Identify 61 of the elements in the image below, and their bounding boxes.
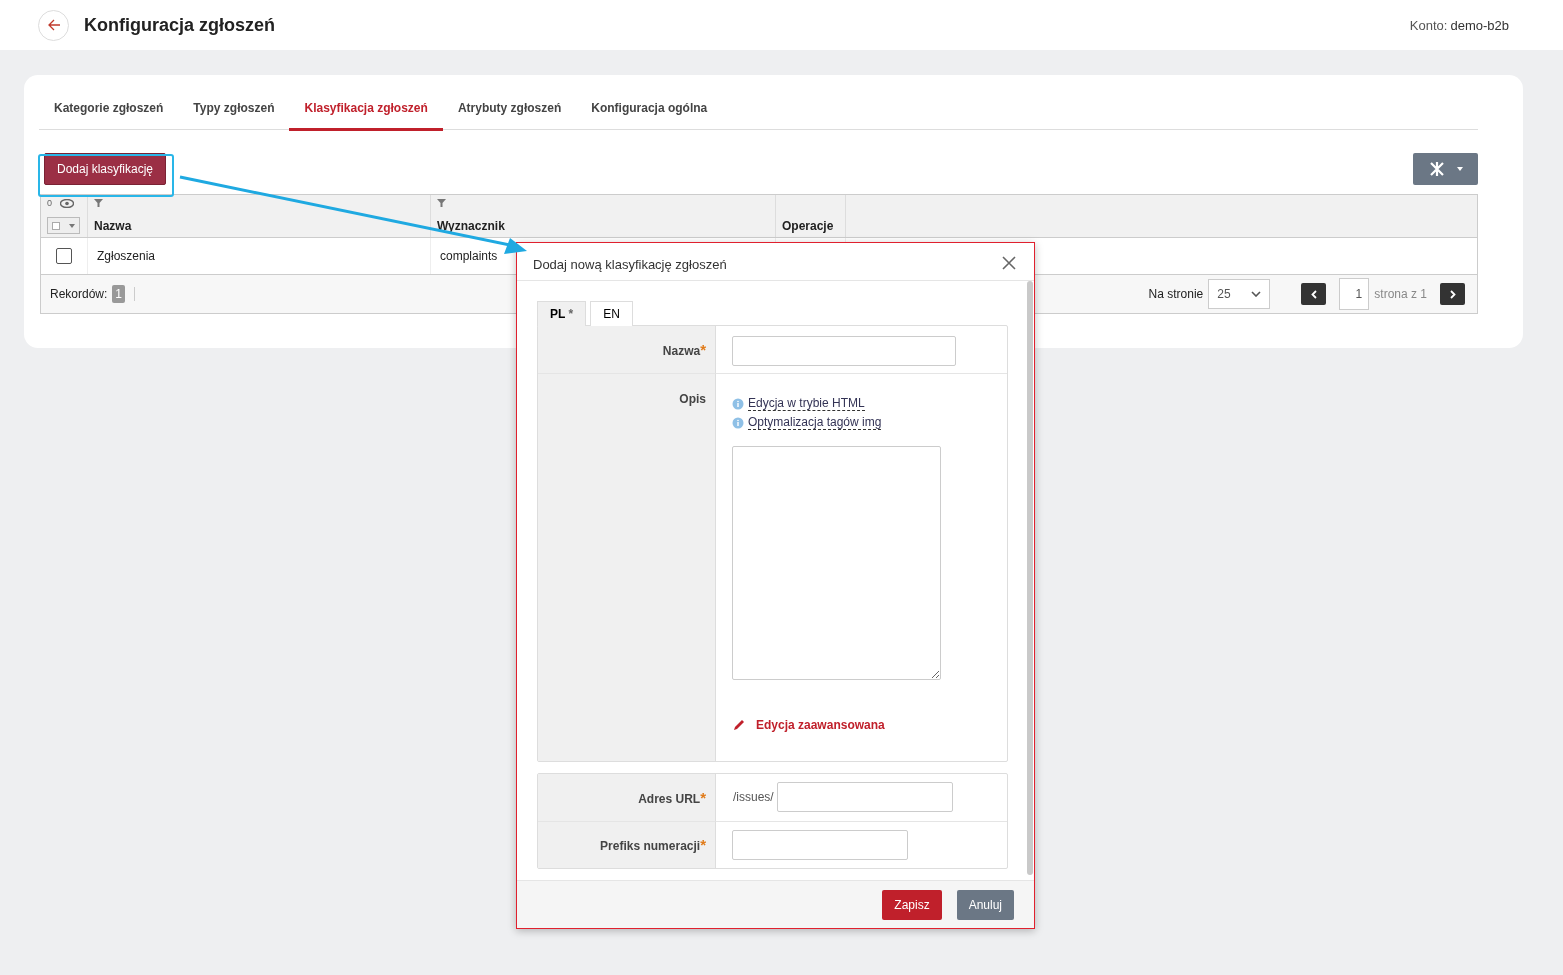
- help-link[interactable]: Edycja w trybie HTML: [748, 396, 865, 411]
- add-classification-button[interactable]: Dodaj klasyfikację: [44, 153, 167, 185]
- pencil-icon: [732, 718, 746, 732]
- records-count: 1: [112, 285, 126, 303]
- previous-page-button[interactable]: [1301, 283, 1327, 305]
- tab[interactable]: Konfiguracja ogólna: [576, 89, 723, 131]
- tab[interactable]: Typy zgłoszeń: [178, 89, 290, 131]
- select-all-dropdown[interactable]: [47, 217, 80, 234]
- field-label: Nazwa*: [662, 344, 706, 358]
- chevron-left-icon: [1310, 289, 1317, 299]
- per-page-label: Na stronie: [1148, 287, 1204, 301]
- table-cell: Zgłoszenia: [97, 249, 156, 263]
- prefix-field[interactable]: [732, 830, 908, 860]
- column-header[interactable]: Wyznacznik: [437, 219, 769, 233]
- info-icon: [732, 416, 744, 429]
- url-prefix: /issues/: [733, 790, 774, 804]
- checkbox-icon: [52, 221, 61, 230]
- tools-dropdown-button[interactable]: [1413, 153, 1478, 185]
- scrollbar[interactable]: [1027, 281, 1033, 875]
- back-button[interactable]: [38, 9, 69, 41]
- tools-icon: [1428, 161, 1445, 177]
- visible-count: 0: [47, 198, 52, 208]
- url-field[interactable]: [776, 782, 953, 812]
- chevron-right-icon: [1449, 289, 1456, 299]
- field-label: Opis: [679, 392, 706, 406]
- page-number-field[interactable]: 1: [1339, 278, 1370, 310]
- caret-icon: [1456, 167, 1463, 171]
- advanced-edit-link[interactable]: Edycja zaawansowana: [732, 718, 885, 732]
- cancel-button[interactable]: Anuluj: [956, 889, 1014, 920]
- eye-icon[interactable]: [60, 198, 74, 208]
- records-label: Rekordów:: [50, 287, 108, 301]
- description-field[interactable]: [732, 446, 941, 680]
- table-cell: complaints: [440, 249, 498, 263]
- field-label: Prefiks numeracji*: [600, 839, 706, 853]
- name-field[interactable]: [732, 336, 956, 366]
- tab[interactable]: Kategorie zgłoszeń: [39, 89, 179, 131]
- next-page-button[interactable]: [1440, 283, 1465, 305]
- column-header[interactable]: Nazwa: [94, 219, 424, 233]
- page-count: strona z 1: [1374, 287, 1427, 301]
- filter-icon[interactable]: [94, 199, 103, 207]
- field-label: Adres URL*: [638, 792, 706, 806]
- help-link[interactable]: Optymalizacja tagów img: [748, 415, 882, 430]
- filter-icon[interactable]: [437, 199, 446, 207]
- tab[interactable]: Atrybuty zgłoszeń: [442, 89, 577, 131]
- close-button[interactable]: [1002, 256, 1018, 272]
- save-button[interactable]: Zapisz: [882, 889, 942, 920]
- close-icon: [1002, 256, 1016, 270]
- account-label: Konto:: [1409, 17, 1448, 33]
- per-page-select[interactable]: 25: [1208, 279, 1271, 309]
- row-checkbox[interactable]: [56, 248, 72, 264]
- tab[interactable]: Klasyfikacja zgłoszeń: [289, 89, 443, 131]
- page-title: Konfiguracja zgłoszeń: [84, 14, 277, 36]
- caret-icon: [68, 223, 75, 228]
- info-icon: [732, 397, 744, 410]
- language-tab[interactable]: PL *: [537, 301, 587, 326]
- language-tab[interactable]: EN: [590, 301, 633, 326]
- chevron-down-icon: [1251, 291, 1262, 297]
- back-arrow-icon: [46, 18, 61, 32]
- column-header[interactable]: Operacje: [782, 219, 839, 233]
- account-name: demo-b2b: [1450, 17, 1509, 33]
- dialog-title: Dodaj nową klasyfikację zgłoszeń: [533, 257, 727, 272]
